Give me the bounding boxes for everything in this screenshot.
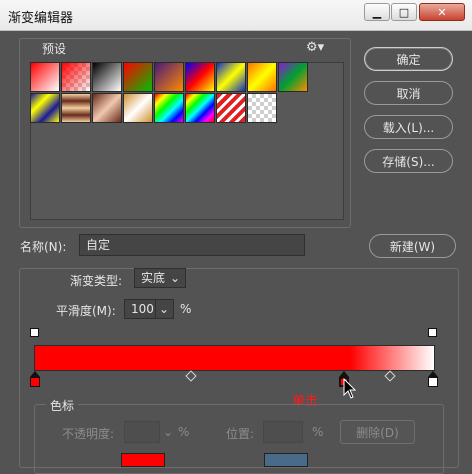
position-input[interactable]	[263, 421, 303, 443]
color-stop-left[interactable]	[30, 377, 40, 387]
preset-swatch[interactable]	[185, 62, 215, 92]
preset-swatch[interactable]	[61, 62, 91, 92]
preset-swatch[interactable]	[61, 93, 91, 123]
preset-swatch[interactable]	[92, 62, 122, 92]
opacity-input[interactable]	[124, 421, 160, 443]
title-bar: 渐变编辑器 ▁ □ ✕	[0, 0, 472, 31]
preset-swatch[interactable]	[154, 93, 184, 123]
window-title: 渐变编辑器	[8, 11, 74, 26]
position-swatch[interactable]	[264, 453, 308, 467]
chevron-down-icon: ⌄	[169, 271, 180, 285]
gradient-type-select[interactable]: 实底 ⌄	[134, 268, 186, 288]
smoothness-unit: %	[180, 302, 192, 316]
chevron-down-icon: ⌄	[154, 300, 169, 318]
name-input[interactable]: 自定	[79, 234, 305, 256]
gradient-type-value: 实底	[141, 271, 166, 285]
smoothness-value: 100	[131, 302, 154, 316]
smoothness-label: 平滑度(M):	[56, 304, 116, 318]
preset-swatch[interactable]	[278, 62, 308, 92]
preset-swatch[interactable]	[123, 62, 153, 92]
maximize-button[interactable]: □	[391, 3, 417, 21]
preset-swatch[interactable]	[30, 93, 60, 123]
maximize-icon: □	[398, 5, 410, 19]
new-button[interactable]: 新建(W)	[369, 234, 456, 258]
close-icon: ✕	[437, 5, 447, 19]
color-swatch[interactable]	[121, 453, 165, 467]
gradient-type-label: 渐变类型:	[70, 274, 123, 288]
preset-swatch[interactable]	[216, 62, 246, 92]
delete-button[interactable]: 删除(D)	[340, 420, 415, 444]
preset-swatch[interactable]	[247, 93, 277, 123]
preset-swatch[interactable]	[185, 93, 215, 123]
color-stop-label: 色标	[46, 397, 79, 414]
opacity-stop-left[interactable]	[30, 328, 39, 337]
smoothness-select[interactable]: 100 ⌄	[124, 299, 174, 319]
mouse-cursor-icon	[343, 378, 357, 399]
minimize-icon: ▁	[372, 5, 382, 19]
opacity-label: 不透明度:	[62, 427, 115, 441]
color-stop-right[interactable]	[428, 377, 438, 387]
preset-swatches	[30, 62, 330, 222]
gear-icon[interactable]: ⚙▾	[306, 40, 324, 55]
position-label: 位置:	[226, 427, 255, 441]
presets-label: 预设	[38, 40, 71, 57]
preset-swatch[interactable]	[30, 62, 60, 92]
preset-swatch[interactable]	[216, 93, 246, 123]
ok-button[interactable]: 确定	[364, 47, 453, 71]
opacity-percent: %	[178, 425, 190, 439]
preset-swatch[interactable]	[247, 62, 277, 92]
position-percent: %	[312, 425, 324, 439]
load-button[interactable]: 载入(L)...	[364, 115, 453, 139]
opacity-stop-right[interactable]	[428, 328, 437, 337]
cancel-button[interactable]: 取消	[364, 81, 453, 105]
minimize-button[interactable]: ▁	[364, 3, 390, 21]
opacity-unit: ⌄	[163, 425, 174, 439]
preset-swatch[interactable]	[92, 93, 122, 123]
close-button[interactable]: ✕	[419, 3, 465, 21]
preset-swatch[interactable]	[123, 93, 153, 123]
save-button[interactable]: 存储(S)...	[364, 149, 453, 173]
gradient-bar[interactable]	[34, 345, 435, 371]
preset-swatch[interactable]	[154, 62, 184, 92]
name-label: 名称(N):	[20, 240, 67, 254]
